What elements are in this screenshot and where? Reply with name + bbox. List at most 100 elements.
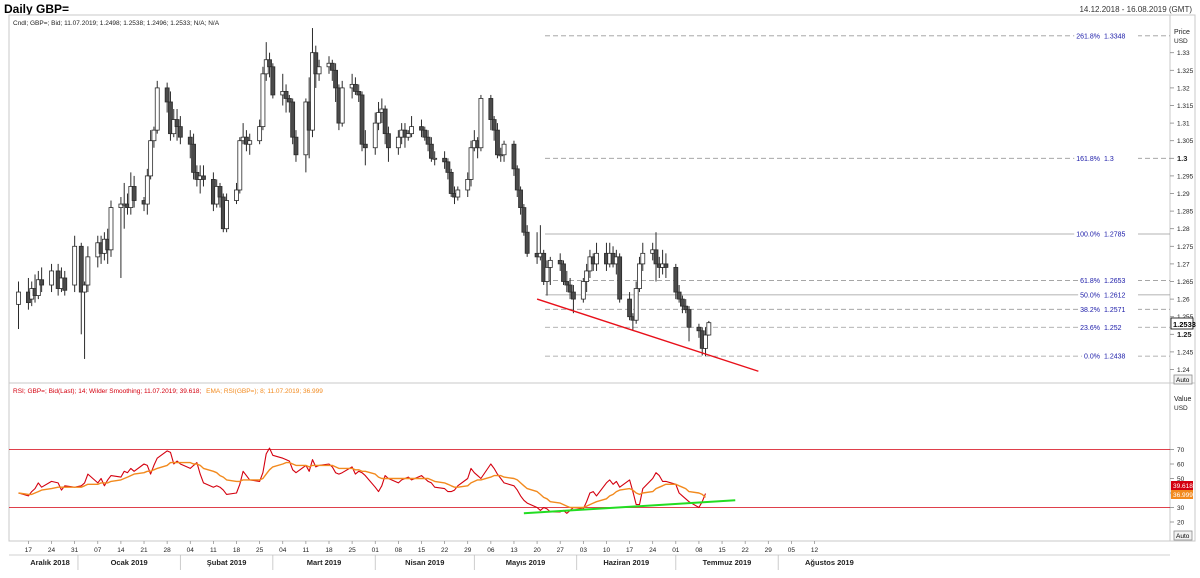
- candle-body-down: [673, 267, 679, 293]
- candle-body-down: [283, 91, 289, 99]
- price-auto-label: Auto: [1176, 377, 1190, 384]
- x-day-label: 27: [557, 547, 565, 554]
- candle-body-up: [409, 126, 414, 135]
- candle-body-up: [108, 207, 114, 251]
- fib-level-value: 1.3: [1104, 156, 1114, 163]
- candle-body-down: [362, 143, 368, 149]
- candle-body-down: [286, 98, 292, 103]
- candle-body-up: [372, 122, 378, 149]
- candle-body-down: [561, 263, 566, 282]
- rsi-legend-rsi: RSI; GBP=; Bid(Last); 14; Wilder Smoothi…: [13, 388, 201, 395]
- candle-body-up: [405, 133, 411, 138]
- candle-body-up: [316, 66, 322, 75]
- candle-body-up: [148, 140, 154, 177]
- x-day-label: 25: [256, 547, 264, 554]
- candle-body-down: [267, 59, 272, 68]
- x-day-label: 17: [25, 547, 33, 554]
- price-legend: Cndl; GBP=; Bid; 11.07.2019; 1.2498; 1.2…: [13, 20, 220, 27]
- candle-body-down: [567, 284, 573, 293]
- candle-body-down: [696, 326, 702, 332]
- x-day-label: 03: [580, 547, 588, 554]
- candle-body-down: [524, 231, 530, 254]
- candle-body-down: [62, 277, 68, 291]
- x-month-label: Ocak 2019: [111, 558, 148, 567]
- x-axis: 17 24 31 07 14 21 28 04 11 18 25 04 11 18 25 01 08 15 22 29…: [9, 541, 1170, 570]
- fib-level-value: 1.252: [1104, 325, 1122, 332]
- price-tick-label: 1.3: [1177, 154, 1187, 163]
- candle-body-down: [521, 207, 527, 233]
- price-trendline: [536, 298, 759, 372]
- price-tick-label: 1.25: [1177, 330, 1192, 339]
- price-trendline-layer: [536, 298, 759, 372]
- price-tick-label: 1.27: [1177, 261, 1190, 268]
- fib-level-label: 0.0%: [1084, 354, 1100, 361]
- candle-body-up: [339, 87, 345, 124]
- x-day-label: 04: [279, 547, 287, 554]
- price-tick-label: 1.265: [1177, 279, 1194, 286]
- candle-body-down: [174, 119, 180, 128]
- x-month-label: Nisan 2019: [405, 558, 444, 567]
- x-month-label: Haziran 2019: [603, 558, 649, 567]
- price-tick-label: 1.31: [1177, 121, 1190, 128]
- candle-body-up: [637, 263, 642, 289]
- x-day-label: 25: [348, 547, 356, 554]
- rsi-tick-label: 20: [1177, 520, 1185, 527]
- price-auto-button[interactable]: Auto: [1173, 374, 1193, 385]
- candle-body-down: [39, 279, 45, 286]
- candle-body-up: [260, 73, 266, 128]
- x-day-label: 14: [117, 547, 125, 554]
- price-tick-label: 1.26: [1177, 297, 1190, 304]
- candle-body-down: [131, 186, 137, 201]
- fib-level-value: 1.2785: [1104, 231, 1126, 238]
- candle-body-down: [495, 129, 500, 156]
- fib-level-value: 1.2571: [1104, 307, 1126, 314]
- candle-body-up: [85, 256, 91, 286]
- fib-level-value: 1.2438: [1104, 354, 1126, 361]
- price-tick-label: 1.29: [1177, 191, 1190, 198]
- candle-body-down: [329, 62, 335, 71]
- x-day-label: 18: [325, 547, 333, 554]
- x-day-label: 15: [418, 547, 426, 554]
- candle-body-up: [16, 291, 21, 305]
- candle-body-up: [594, 252, 599, 265]
- candle-body-down: [663, 263, 669, 268]
- fib-level-label: 161.8%: [1076, 156, 1100, 163]
- price-tick-label: 1.305: [1177, 138, 1194, 145]
- x-day-label: 08: [395, 547, 403, 554]
- price-axis-title: Price: [1174, 29, 1190, 36]
- candle-body-up: [376, 112, 381, 124]
- x-month-label: Temmuz 2019: [703, 558, 752, 567]
- candle-body-up: [501, 143, 507, 156]
- candle-body-down: [445, 161, 451, 173]
- candle-body-up: [257, 126, 263, 142]
- candle-body-down: [617, 256, 623, 300]
- candle-body-up: [544, 267, 550, 282]
- x-day-label: 11: [210, 547, 217, 554]
- candle-body-down: [333, 69, 339, 89]
- price-tick-label: 1.325: [1177, 68, 1194, 75]
- x-day-label: 11: [302, 547, 309, 554]
- candle-body-down: [270, 66, 276, 96]
- candlestick-series: [16, 28, 712, 359]
- x-day-label: 20: [533, 547, 541, 554]
- candle-body-down: [290, 101, 296, 138]
- candle-body-up: [703, 334, 708, 349]
- candle-body-down: [191, 143, 196, 173]
- candle-body-down: [187, 136, 193, 145]
- rsi-last-label: 39.618: [1173, 483, 1193, 490]
- fib-level-label: 61.8%: [1080, 278, 1100, 285]
- chart-canvas[interactable]: Cndl; GBP=; Bid; 11.07.2019; 1.2498; 1.2…: [0, 0, 1200, 578]
- rsi-auto-button[interactable]: Auto: [1173, 530, 1193, 541]
- candle-body-up: [237, 140, 243, 191]
- candle-body-down: [359, 94, 365, 145]
- x-day-label: 04: [187, 547, 195, 554]
- rsi-tick-label: 30: [1177, 505, 1185, 512]
- candle-body-down: [353, 83, 358, 92]
- candle-body-down: [680, 298, 685, 307]
- candle-body-down: [511, 143, 517, 170]
- candle-body-up: [547, 259, 553, 268]
- price-tick-label: 1.315: [1177, 103, 1194, 110]
- candle-body-up: [640, 252, 646, 265]
- candle-body-down: [491, 119, 497, 131]
- candle-body-up: [224, 200, 230, 230]
